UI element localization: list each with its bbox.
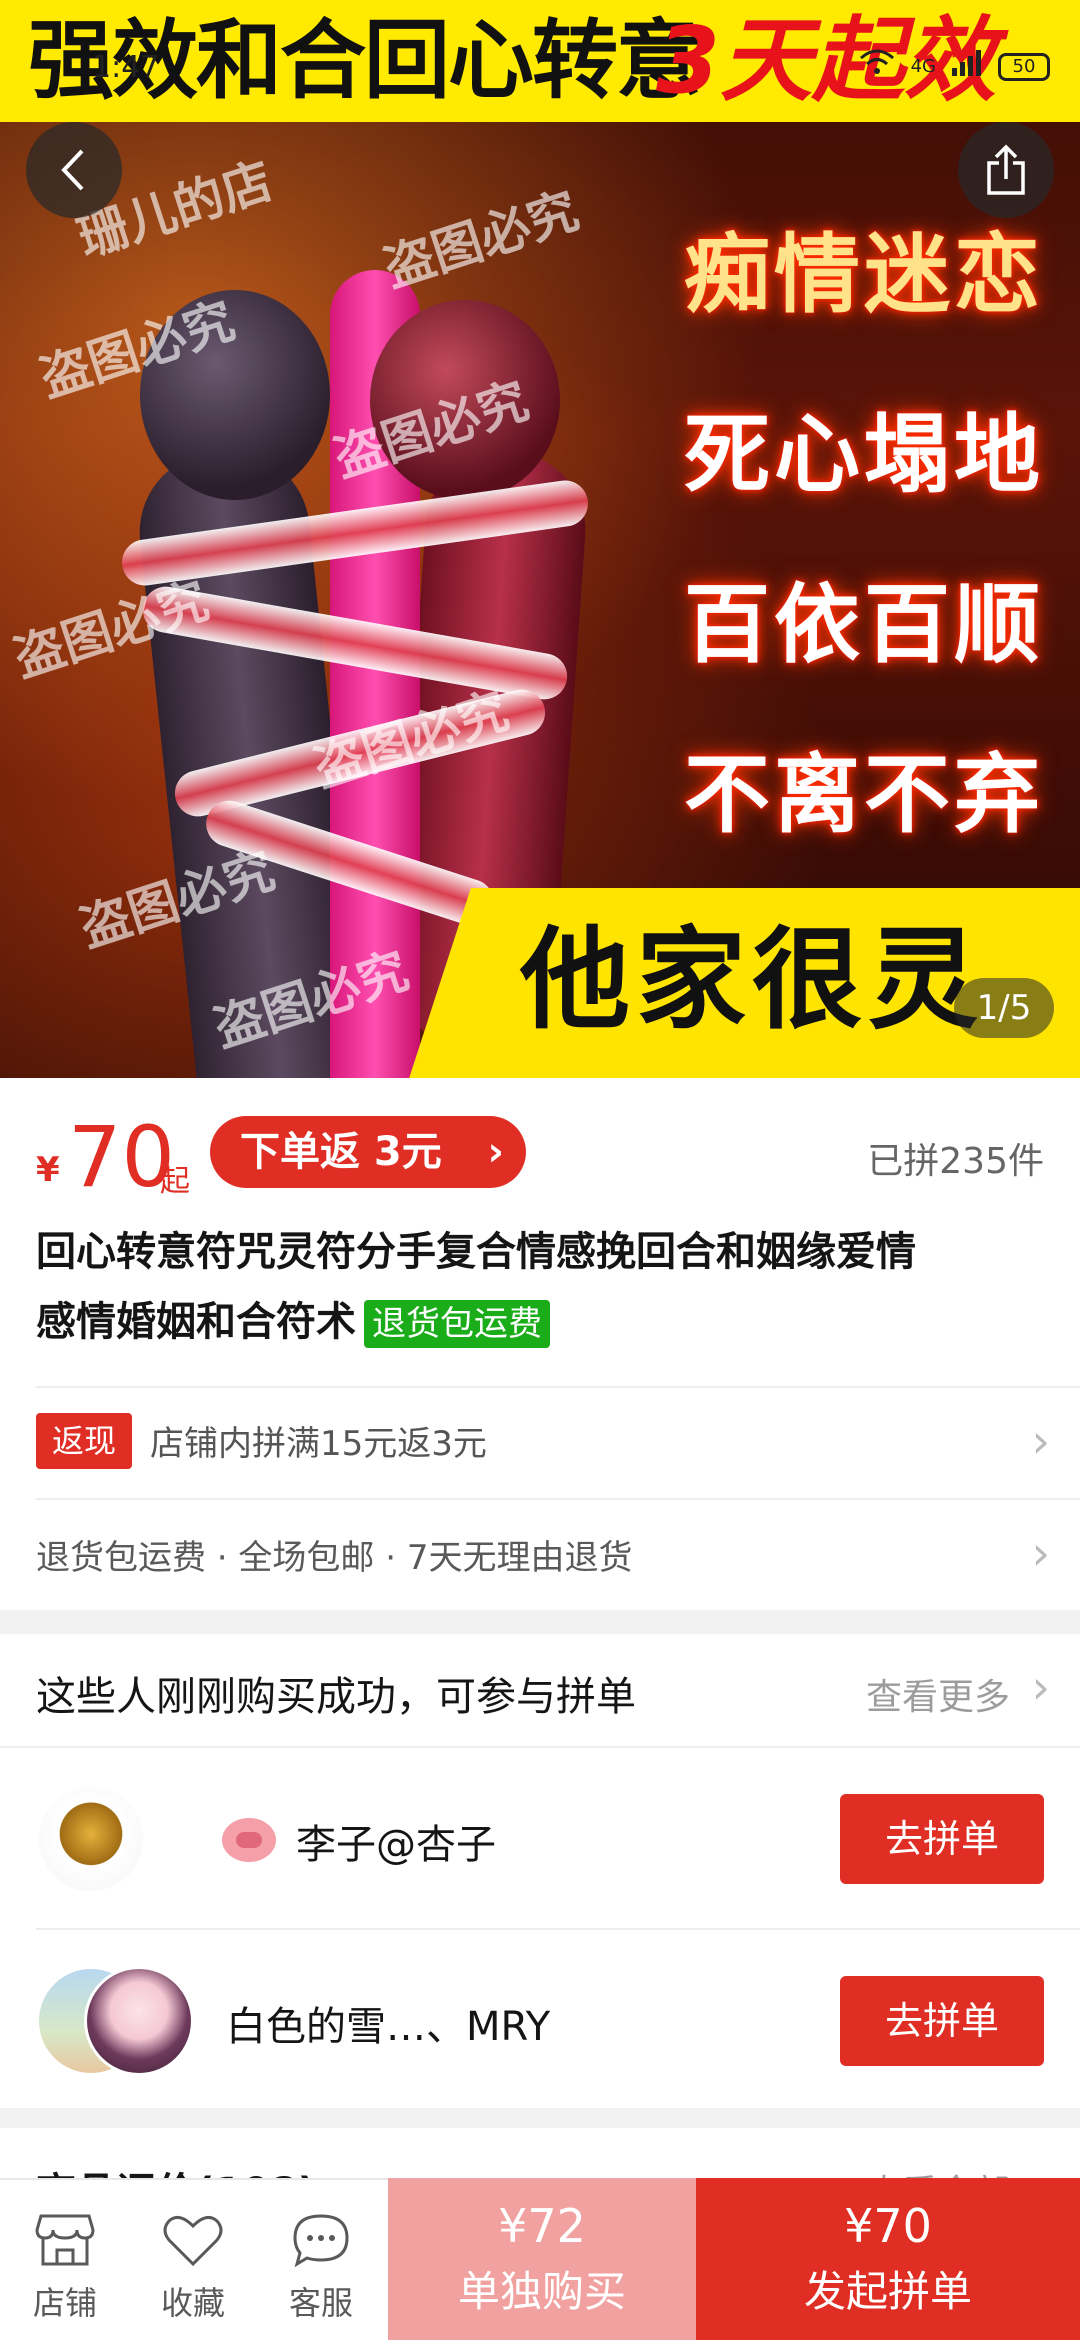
chevron-left-icon — [61, 149, 84, 191]
heart-icon — [163, 2215, 223, 2267]
shop-tab[interactable]: 店铺 — [0, 2178, 130, 2340]
join-group-button[interactable]: 去拼单 — [840, 1976, 1044, 2066]
product-title-line: 回心转意符咒灵符分手复合情感挽回合和姻缘爱情 — [36, 1229, 916, 1275]
slogan-line: 死心塌地 — [684, 405, 1044, 505]
cashback-badge: 返现 — [36, 1413, 132, 1469]
services-row[interactable]: 退货包运费 · 全场包邮 · 7天无理由退货 › — [0, 1498, 1080, 1610]
customer-service-tab[interactable]: 客服 — [256, 2178, 386, 2340]
chevron-right-icon: › — [1031, 1414, 1050, 1468]
price-amount: 70 — [68, 1108, 175, 1206]
group-label: 发起拼单 — [803, 2267, 972, 2316]
avatar — [36, 1784, 146, 1894]
divider — [36, 1928, 1080, 1930]
slogan-line: 百依百顺 — [684, 575, 1044, 675]
solo-price: ¥72 — [498, 2199, 586, 2253]
promo-label: 下单返 3元 — [240, 1129, 442, 1175]
pig-icon — [222, 1818, 276, 1862]
solo-label: 单独购买 — [457, 2267, 626, 2316]
price-suffix: 起 — [160, 1164, 190, 1199]
avatar — [84, 1966, 194, 2076]
divider — [36, 1386, 1080, 1388]
favorite-tab[interactable]: 收藏 — [128, 2178, 258, 2340]
group-price: ¥70 — [844, 2199, 932, 2253]
join-group-button[interactable]: 去拼单 — [840, 1794, 1044, 1884]
free-return-tag: 退货包运费 — [364, 1300, 550, 1348]
product-title-line: 感情婚姻和合符术 退货包运费 — [36, 1292, 550, 1352]
favorite-tab-label: 收藏 — [160, 2284, 225, 2322]
start-group-buy-button[interactable]: ¥70 发起拼单 — [696, 2178, 1080, 2340]
cashback-text: 店铺内拼满15元返3元 — [150, 1424, 487, 1464]
slogan-line: 痴情迷恋 — [684, 225, 1044, 325]
chat-bubble-icon — [293, 2214, 349, 2268]
share-button[interactable] — [958, 122, 1054, 218]
group-user-name: 李子@杏子 — [296, 1822, 496, 1868]
chevron-right-icon: › — [487, 1129, 504, 1175]
chevron-right-icon: › — [1031, 1660, 1050, 1714]
customer-service-tab-label: 客服 — [288, 2284, 353, 2322]
cashback-row[interactable]: 返现 店铺内拼满15元返3元 › — [0, 1386, 1080, 1498]
services-text: 退货包运费 · 全场包邮 · 7天无理由退货 — [36, 1538, 633, 1578]
sold-count: 已拼235件 — [867, 1141, 1044, 1182]
chevron-right-icon: › — [1031, 1526, 1050, 1580]
hero-bottom-text: 他家很灵 — [520, 916, 984, 1044]
price-currency: ¥ — [36, 1150, 60, 1190]
product-title-text: 感情婚姻和合符术 — [36, 1299, 356, 1345]
back-button[interactable] — [26, 122, 122, 218]
buy-alone-button[interactable]: ¥72 单独购买 — [388, 2178, 696, 2340]
image-page-counter: 1/5 — [954, 978, 1054, 1038]
divider — [0, 1746, 1080, 1748]
product-image-carousel[interactable]: 强效和合回心转意 3天起效 珊儿的店 盗图必究 盗图必究 盗图必究 盗图必究 盗… — [0, 0, 1080, 1078]
hero-banner-red-text: 3天起效 — [656, 7, 997, 114]
store-icon — [35, 2214, 95, 2266]
divider — [36, 1498, 1080, 1500]
hero-banner-text: 强效和合回心转意 — [28, 11, 702, 111]
group-buy-title: 这些人刚刚购买成功，可参与拼单 — [36, 1674, 636, 1720]
cashback-promo-button[interactable]: 下单返 3元 › — [210, 1116, 526, 1188]
view-more-link[interactable]: 查看更多 — [866, 1668, 1010, 1720]
product-page: 强效和合回心转意 3天起效 珊儿的店 盗图必究 盗图必究 盗图必究 盗图必究 盗… — [0, 0, 1080, 2340]
group-user-name: 白色的雪…、MRY — [226, 2004, 551, 2050]
shop-tab-label: 店铺 — [32, 2284, 97, 2322]
slogan-line: 不离不弃 — [684, 745, 1044, 845]
share-icon — [987, 144, 1025, 195]
